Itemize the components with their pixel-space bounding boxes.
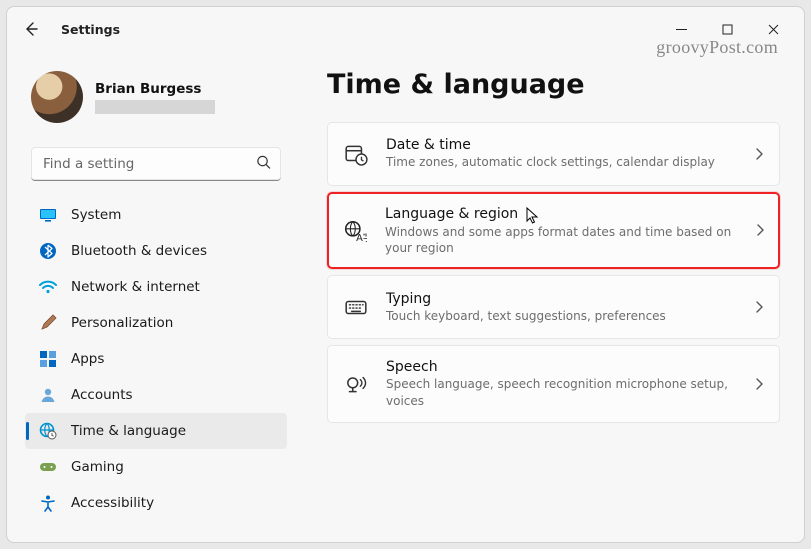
card-speech[interactable]: SpeechSpeech language, speech recognitio… <box>327 345 780 422</box>
chevron-right-icon <box>755 298 763 317</box>
wifi-icon <box>39 278 57 296</box>
sidebar-item-label: Bluetooth & devices <box>71 243 207 259</box>
chevron-right-icon <box>755 145 763 164</box>
sidebar-item-label: System <box>71 207 121 223</box>
sidebar: Brian Burgess System Bluetooth & devices N… <box>7 51 297 542</box>
sidebar-item-label: Time & language <box>71 423 186 439</box>
person-icon <box>39 386 57 404</box>
card-subtitle: Speech language, speech recognition micr… <box>386 376 737 408</box>
card-subtitle: Touch keyboard, text suggestions, prefer… <box>386 308 737 324</box>
card-title: Speech <box>386 359 737 375</box>
page-title: Time & language <box>327 69 780 100</box>
window-title: Settings <box>61 22 120 37</box>
sidebar-item-apps[interactable]: Apps <box>25 341 287 377</box>
chevron-right-icon <box>755 375 763 394</box>
sidebar-nav: System Bluetooth & devices Network & inter… <box>25 197 287 521</box>
brush-icon <box>39 314 57 332</box>
settings-window: Settings groovyPost.com Brian Burgess <box>6 6 805 543</box>
keyboard-icon <box>344 295 368 319</box>
watermark: groovyPost.com <box>656 37 778 58</box>
search-input[interactable] <box>31 147 281 181</box>
sidebar-item-system[interactable]: System <box>25 197 287 233</box>
search-icon <box>256 155 271 174</box>
speech-icon <box>344 372 368 396</box>
sidebar-item-label: Network & internet <box>71 279 200 295</box>
sidebar-item-network-internet[interactable]: Network & internet <box>25 269 287 305</box>
card-subtitle: Windows and some apps format dates and t… <box>385 224 738 256</box>
sidebar-item-personalization[interactable]: Personalization <box>25 305 287 341</box>
sidebar-item-time-language[interactable]: Time & language <box>25 413 287 449</box>
globe-lang-icon: A字 <box>343 219 367 243</box>
system-icon <box>39 206 57 224</box>
card-date-time[interactable]: Date & timeTime zones, automatic clock s… <box>327 122 780 186</box>
accessibility-icon <box>39 494 57 512</box>
sidebar-item-bluetooth-devices[interactable]: Bluetooth & devices <box>25 233 287 269</box>
bluetooth-icon <box>39 242 57 260</box>
profile-meta: Brian Burgess <box>95 81 215 114</box>
avatar <box>31 71 83 123</box>
card-text: SpeechSpeech language, speech recognitio… <box>386 359 737 408</box>
chevron-right-icon <box>756 221 764 240</box>
card-subtitle: Time zones, automatic clock settings, ca… <box>386 154 737 170</box>
calendar-clock-icon <box>344 142 368 166</box>
search-box[interactable] <box>31 147 281 181</box>
content: Time & language Date & timeTime zones, a… <box>297 51 804 542</box>
sidebar-item-gaming[interactable]: Gaming <box>25 449 287 485</box>
sidebar-item-accessibility[interactable]: Accessibility <box>25 485 287 521</box>
card-text: Language & regionWindows and some apps f… <box>385 205 738 256</box>
card-language-region[interactable]: A字 Language & regionWindows and some apps… <box>327 192 780 269</box>
profile-email-redacted <box>95 100 215 114</box>
sidebar-item-label: Personalization <box>71 315 173 331</box>
sidebar-item-label: Apps <box>71 351 104 367</box>
card-title: Language & region <box>385 205 738 223</box>
cards-list: Date & timeTime zones, automatic clock s… <box>327 122 780 423</box>
svg-text:A字: A字 <box>356 231 367 243</box>
profile-name: Brian Burgess <box>95 81 215 97</box>
card-typing[interactable]: TypingTouch keyboard, text suggestions, … <box>327 275 780 339</box>
globe-clock-icon <box>39 422 57 440</box>
mouse-cursor-icon <box>526 207 540 225</box>
sidebar-item-label: Accounts <box>71 387 133 403</box>
body: Brian Burgess System Bluetooth & devices N… <box>7 51 804 542</box>
back-button[interactable] <box>15 13 47 45</box>
sidebar-item-label: Gaming <box>71 459 124 475</box>
sidebar-item-accounts[interactable]: Accounts <box>25 377 287 413</box>
card-title: Date & time <box>386 137 737 153</box>
gaming-icon <box>39 458 57 476</box>
profile-block[interactable]: Brian Burgess <box>25 55 287 133</box>
sidebar-item-label: Accessibility <box>71 495 154 511</box>
card-text: Date & timeTime zones, automatic clock s… <box>386 137 737 170</box>
apps-icon <box>39 350 57 368</box>
card-title: Typing <box>386 291 737 307</box>
card-text: TypingTouch keyboard, text suggestions, … <box>386 291 737 324</box>
